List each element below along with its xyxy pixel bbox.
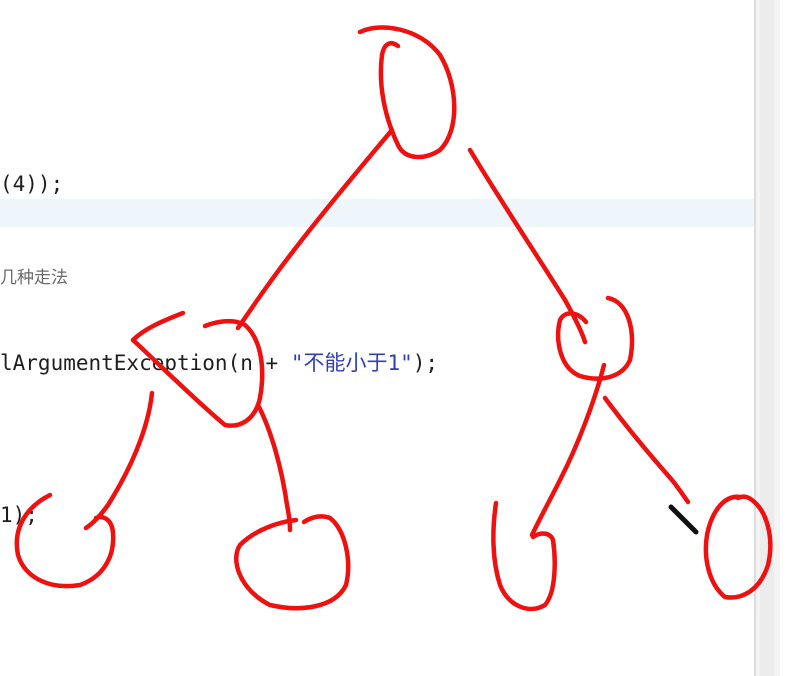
ink-stroke-edge-root-left: [235, 127, 395, 331]
freehand-annotation: [14, 25, 773, 612]
ink-stroke-edge-left-lr: [255, 402, 293, 533]
ink-stroke-root-node: [357, 25, 457, 160]
pen-cursor-icon: [668, 504, 699, 535]
ink-stroke-leaf-3: [491, 500, 557, 612]
ink-stroke-edge-left-ll: [83, 390, 155, 531]
ink-stroke-leaf-4: [703, 494, 773, 600]
ink-stroke-edge-right-rl: [529, 362, 607, 538]
ink-stroke-left-node: [130, 310, 265, 428]
ink-stroke-edge-right-rr: [602, 395, 691, 505]
ink-stroke-leaf-1: [14, 492, 116, 589]
